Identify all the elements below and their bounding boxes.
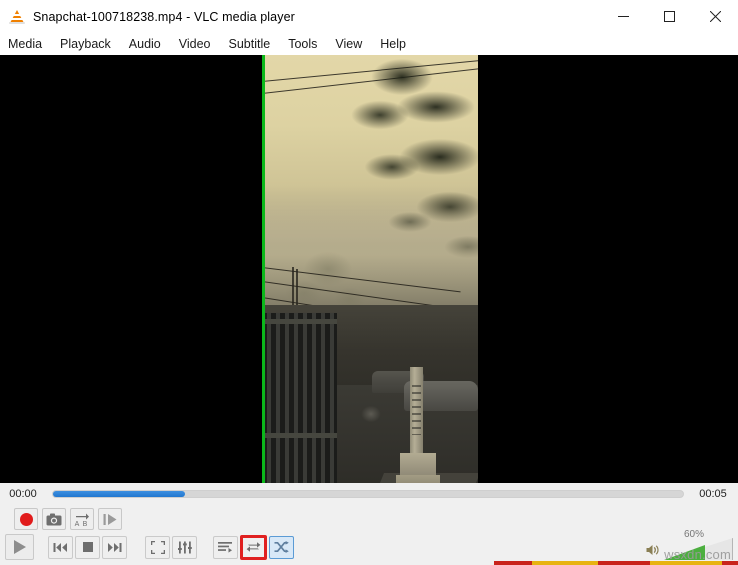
play-icon bbox=[14, 540, 26, 554]
stop-button[interactable] bbox=[75, 535, 100, 559]
menu-item-audio[interactable]: Audio bbox=[120, 33, 170, 55]
menu-item-view[interactable]: View bbox=[326, 33, 371, 55]
maximize-icon[interactable] bbox=[646, 0, 692, 33]
video-display-area[interactable] bbox=[0, 55, 738, 483]
frame-step-icon bbox=[103, 513, 116, 525]
playlist-icon bbox=[218, 542, 232, 553]
video-post-base bbox=[396, 475, 440, 483]
next-button[interactable] bbox=[102, 535, 127, 559]
seek-slider[interactable] bbox=[52, 490, 684, 498]
menu-item-tools[interactable]: Tools bbox=[279, 33, 326, 55]
window-controls bbox=[600, 0, 738, 33]
loop-icon bbox=[246, 542, 261, 552]
strip-segment bbox=[532, 561, 598, 565]
speaker-icon[interactable] bbox=[646, 543, 660, 555]
previous-button[interactable] bbox=[48, 535, 73, 559]
ab-loop-icon: A B bbox=[75, 513, 89, 527]
ab-loop-button[interactable]: A B bbox=[70, 508, 94, 530]
site-watermark: wsxdn.com bbox=[664, 547, 731, 562]
frame-by-frame-button[interactable] bbox=[98, 508, 122, 530]
title-bar: Snapchat-100718238.mp4 - VLC media playe… bbox=[0, 0, 738, 33]
strip-segment bbox=[494, 561, 532, 565]
menu-item-subtitle[interactable]: Subtitle bbox=[220, 33, 280, 55]
video-frame bbox=[262, 55, 478, 483]
stop-icon bbox=[82, 542, 93, 552]
record-button[interactable] bbox=[14, 508, 38, 530]
svg-text:B: B bbox=[83, 521, 88, 527]
skip-forward-icon bbox=[108, 542, 122, 552]
menu-item-video[interactable]: Video bbox=[170, 33, 220, 55]
menu-bar: Media Playback Audio Video Subtitle Tool… bbox=[0, 33, 738, 56]
video-post-text bbox=[412, 385, 421, 435]
play-button[interactable] bbox=[5, 534, 34, 560]
shuffle-button[interactable] bbox=[269, 535, 294, 559]
seek-progress-fill bbox=[53, 491, 186, 497]
strip-segment bbox=[598, 561, 650, 565]
loop-button[interactable] bbox=[240, 534, 267, 560]
remaining-time: 00:05 bbox=[699, 488, 727, 500]
strip-segment bbox=[722, 561, 738, 565]
minimize-icon[interactable] bbox=[600, 0, 646, 33]
advanced-controls-row: A B bbox=[0, 506, 738, 532]
menu-item-media[interactable]: Media bbox=[0, 33, 51, 55]
skip-back-icon bbox=[53, 542, 67, 552]
shuffle-icon bbox=[274, 541, 289, 553]
volume-slider[interactable]: 60% wsxdn.com bbox=[664, 529, 733, 562]
volume-control[interactable]: 60% wsxdn.com bbox=[624, 529, 733, 562]
video-iron-gate bbox=[265, 313, 337, 483]
video-edge-artifact bbox=[262, 55, 265, 483]
fullscreen-button[interactable] bbox=[145, 535, 170, 559]
window-title: Snapchat-100718238.mp4 - VLC media playe… bbox=[33, 9, 295, 24]
close-icon[interactable] bbox=[692, 0, 738, 33]
elapsed-time: 00:00 bbox=[9, 488, 37, 500]
menu-item-help[interactable]: Help bbox=[371, 33, 415, 55]
fullscreen-icon bbox=[150, 540, 165, 554]
camera-icon bbox=[46, 513, 62, 525]
vlc-media-player-window: Snapchat-100718238.mp4 - VLC media playe… bbox=[0, 0, 738, 565]
svg-text:A: A bbox=[75, 521, 80, 527]
extended-settings-button[interactable] bbox=[172, 535, 197, 559]
video-motorbike bbox=[358, 403, 384, 425]
vlc-cone-icon bbox=[9, 9, 25, 25]
menu-item-playback[interactable]: Playback bbox=[51, 33, 120, 55]
volume-level-label: 60% bbox=[684, 529, 705, 540]
record-icon bbox=[19, 512, 33, 526]
equalizer-icon bbox=[177, 541, 192, 553]
snapshot-button[interactable] bbox=[42, 508, 66, 530]
bottom-color-strip bbox=[0, 561, 738, 565]
seek-bar-row: 00:00 00:05 bbox=[0, 483, 738, 505]
playlist-button[interactable] bbox=[213, 535, 238, 559]
strip-segment bbox=[650, 561, 722, 565]
